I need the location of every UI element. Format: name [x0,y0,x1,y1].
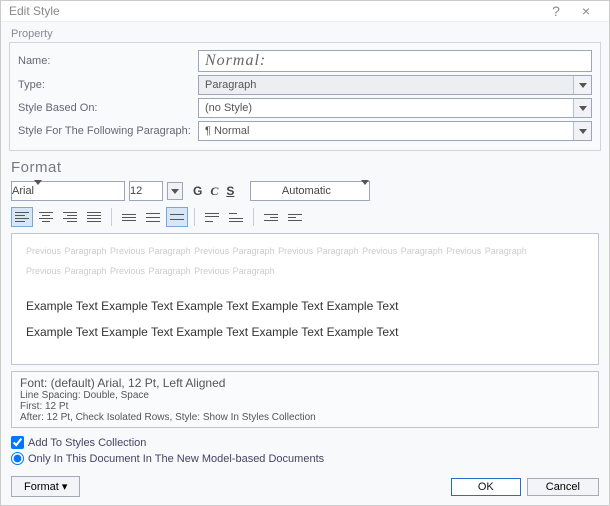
add-to-collection-input[interactable] [11,436,24,449]
separator [194,208,195,226]
add-to-collection-label: Add To Styles Collection [28,437,146,449]
chevron-down-icon [573,122,591,140]
close-button[interactable]: × [571,3,601,19]
align-justify-button[interactable] [83,207,105,227]
font-family-combo[interactable]: Arial [11,181,125,201]
type-combo[interactable]: Paragraph [198,75,592,95]
separator [111,208,112,226]
preview-panel: Previous Paragraph Previous Paragraph Pr… [11,233,599,365]
options-group: Add To Styles Collection Only In This Do… [1,430,609,470]
font-style-group: G C S [193,184,234,199]
based-on-combo[interactable]: (no Style) [198,98,592,118]
scope-label: Only In This Document In The New Model-b… [28,453,324,465]
italic-button[interactable]: C [210,184,218,199]
following-combo[interactable]: ¶ Normal [198,121,592,141]
preview-previous-text-2: Previous Paragraph Previous Paragraph Pr… [26,264,584,278]
chevron-down-icon [34,185,42,197]
paragraph-toolbar [1,204,609,233]
font-family-value: Arial [12,185,34,197]
scope-radio-input[interactable] [11,452,24,465]
name-label: Name: [18,55,198,67]
chevron-down-icon [361,185,369,197]
summary-line-3: First: 12 Pt [20,401,590,412]
following-value: ¶ Normal [199,125,573,137]
preview-previous-text: Previous Paragraph Previous Paragraph Pr… [26,244,584,258]
align-center-button[interactable] [35,207,57,227]
preview-sample-text: Example Text Example Text Example Text E… [26,293,584,319]
indent-decrease-button[interactable] [260,207,282,227]
font-size-dropdown[interactable] [167,182,183,200]
summary-line-1: Font: (default) Arial, 12 Pt, Left Align… [20,376,590,390]
summary-line-4: After: 12 Pt, Check Isolated Rows, Style… [20,412,590,423]
dialog-title: Edit Style [9,4,541,18]
space-before-inc-button[interactable] [201,207,223,227]
indent-increase-button[interactable] [284,207,306,227]
font-size-value: 12 [130,185,142,197]
scope-radio[interactable]: Only In This Document In The New Model-b… [11,452,599,465]
chevron-down-icon [573,99,591,117]
align-right-button[interactable] [59,207,81,227]
help-button[interactable]: ? [541,3,571,19]
summary-line-2: Line Spacing: Double, Space [20,390,590,401]
type-label: Type: [18,79,198,91]
type-value: Paragraph [199,79,573,91]
property-group: Name: Type: Paragraph Style Based On: (n… [9,42,601,151]
spacing-15-button[interactable] [142,207,164,227]
space-before-dec-button[interactable] [225,207,247,227]
format-legend: Format [1,157,609,178]
ok-button[interactable]: OK [451,478,521,496]
spacing-1-button[interactable] [118,207,140,227]
property-legend: Property [1,22,609,42]
format-toolbar: Arial 12 G C S Automatic [1,178,609,204]
underline-button[interactable]: S [226,184,234,199]
following-label: Style For The Following Paragraph: [18,125,198,137]
font-color-combo[interactable]: Automatic [250,181,370,201]
add-to-collection-checkbox[interactable]: Add To Styles Collection [11,436,599,449]
font-size-combo[interactable]: 12 [129,181,163,201]
chevron-down-icon [573,76,591,94]
spacing-2-button[interactable] [166,207,188,227]
font-color-value: Automatic [251,185,361,197]
name-input[interactable] [198,50,592,72]
dialog-buttons: Format ▾ OK Cancel [1,470,609,505]
bold-button[interactable]: G [193,184,202,199]
format-menu-button[interactable]: Format ▾ [11,476,80,497]
titlebar: Edit Style ? × [1,1,609,22]
cancel-button[interactable]: Cancel [527,478,599,496]
preview-sample-text-2: Example Text Example Text Example Text E… [26,319,584,345]
based-on-label: Style Based On: [18,102,198,114]
edit-style-dialog: Edit Style ? × Property Name: Type: Para… [0,0,610,506]
based-on-value: (no Style) [199,102,573,114]
style-summary: Font: (default) Arial, 12 Pt, Left Align… [11,371,599,428]
separator [253,208,254,226]
align-left-button[interactable] [11,207,33,227]
